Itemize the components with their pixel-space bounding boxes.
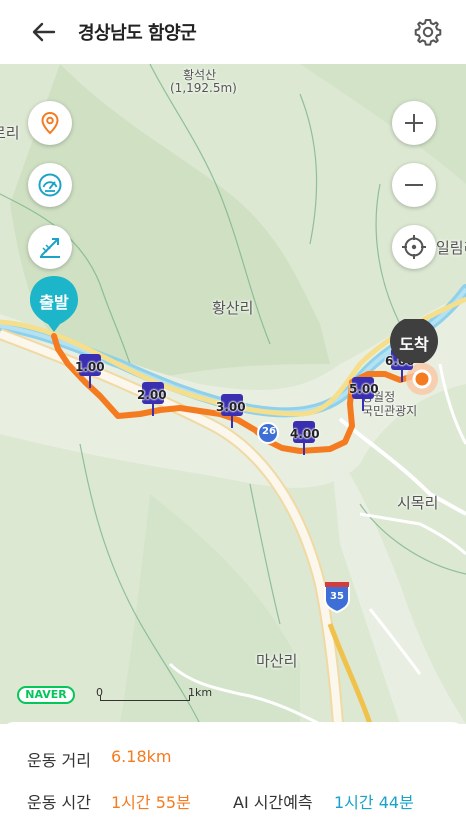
elevation-slope-icon <box>40 238 60 258</box>
end-label: 도착 <box>399 335 429 354</box>
speedometer-icon <box>38 173 62 197</box>
village-simok-label: 시목리 <box>397 494 439 512</box>
page-title: 경상남도 함양군 <box>78 23 197 44</box>
location-pin-icon <box>41 111 59 135</box>
location-pin-button[interactable] <box>28 101 72 145</box>
distance-value: 6.18km <box>111 747 172 766</box>
km-marker-label: 3.00 <box>216 400 246 414</box>
ai-prediction-label: AI 시간예측 <box>233 793 313 812</box>
time-label: 운동 시간 <box>27 793 91 812</box>
road-35-label: 35 <box>330 591 344 602</box>
ai-prediction-value: 1시간 44분 <box>334 793 414 812</box>
village-right-label: 일림리 <box>436 239 466 257</box>
km-marker-label: 1.00 <box>75 360 105 374</box>
stats-panel: 운동 거리 6.18km 운동 시간 1시간 55분 AI 시간예측 1시간 4… <box>0 722 466 827</box>
back-arrow-icon[interactable] <box>30 18 58 46</box>
km-marker-label: 2.00 <box>137 388 167 402</box>
scale-bar <box>100 695 190 701</box>
zoom-out-button[interactable] <box>392 163 436 207</box>
start-label: 출발 <box>39 293 69 312</box>
crosshair-icon <box>402 235 426 259</box>
village-masan-label: 마산리 <box>256 652 298 670</box>
gear-icon[interactable] <box>412 16 444 48</box>
plus-icon <box>405 114 423 132</box>
map-view[interactable]: 황석산 (1,192.5m) 로리 일림리 황산리 시목리 마산리 농월정 국민… <box>0 64 466 724</box>
village-left-label: 로리 <box>0 124 20 142</box>
peak-height-label: (1,192.5m) <box>170 81 237 95</box>
speedometer-button[interactable] <box>28 163 72 207</box>
distance-label: 운동 거리 <box>27 751 91 770</box>
minus-icon <box>405 184 423 186</box>
km-marker-label: 4.00 <box>290 427 320 441</box>
top-bar: 경상남도 함양군 <box>0 0 466 64</box>
elevation-button[interactable] <box>28 225 72 269</box>
village-hwangsan-label: 황산리 <box>212 299 254 317</box>
km-marker-label: 5.00 <box>349 382 379 396</box>
scale-unit-label: 1km <box>188 686 213 699</box>
recenter-button[interactable] <box>392 225 436 269</box>
time-value: 1시간 55분 <box>111 793 191 812</box>
naver-logo: NAVER <box>17 686 75 704</box>
zoom-in-button[interactable] <box>392 101 436 145</box>
road-26-label: 26 <box>262 426 276 437</box>
